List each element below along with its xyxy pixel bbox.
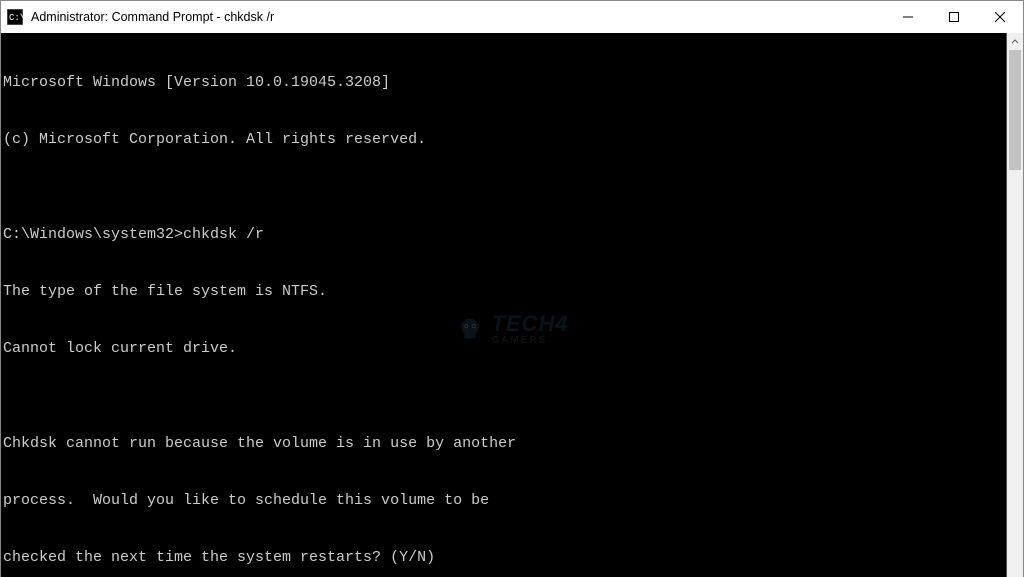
maximize-icon — [949, 12, 959, 22]
output-line: The type of the file system is NTFS. — [3, 282, 1002, 301]
minimize-icon — [903, 12, 913, 22]
maximize-button[interactable] — [931, 1, 977, 33]
chevron-up-icon — [1011, 38, 1019, 46]
scroll-track[interactable] — [1007, 50, 1023, 577]
svg-text:C:\: C:\ — [9, 13, 23, 23]
output-line: process. Would you like to schedule this… — [3, 491, 1002, 510]
cmd-icon: C:\ — [7, 9, 23, 25]
terminal-client-area: Microsoft Windows [Version 10.0.19045.32… — [1, 33, 1023, 577]
output-line: (c) Microsoft Corporation. All rights re… — [3, 130, 1002, 149]
close-button[interactable] — [977, 1, 1023, 33]
output-line: checked the next time the system restart… — [3, 548, 1002, 567]
scroll-thumb[interactable] — [1009, 50, 1021, 170]
window-title: Administrator: Command Prompt - chkdsk /… — [31, 10, 274, 24]
scroll-up-button[interactable] — [1007, 33, 1023, 50]
minimize-button[interactable] — [885, 1, 931, 33]
command-prompt-window: C:\ Administrator: Command Prompt - chkd… — [0, 0, 1024, 577]
output-line: Cannot lock current drive. — [3, 339, 1002, 358]
titlebar[interactable]: C:\ Administrator: Command Prompt - chkd… — [1, 1, 1023, 33]
terminal-output[interactable]: Microsoft Windows [Version 10.0.19045.32… — [1, 33, 1006, 577]
output-line: Microsoft Windows [Version 10.0.19045.32… — [3, 73, 1002, 92]
prompt-line: C:\Windows\system32>chkdsk /r — [3, 225, 1002, 244]
output-line: Chkdsk cannot run because the volume is … — [3, 434, 1002, 453]
vertical-scrollbar[interactable] — [1006, 33, 1023, 577]
close-icon — [995, 12, 1005, 22]
